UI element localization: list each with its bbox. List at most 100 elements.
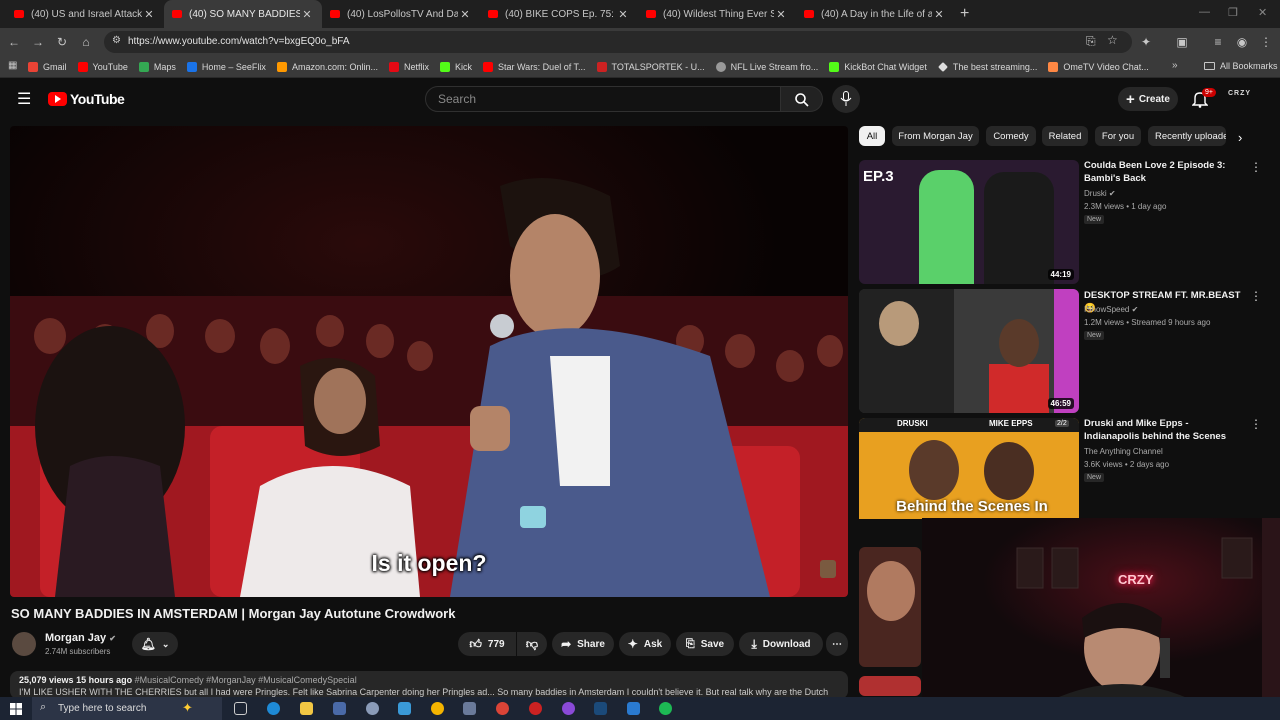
- app-icon[interactable]: [562, 702, 575, 715]
- hamburger-menu-icon[interactable]: ☰: [17, 89, 31, 109]
- bookmark-star-icon[interactable]: ☆: [1107, 33, 1118, 47]
- site-info-icon[interactable]: ⚙: [112, 35, 121, 46]
- app-icon[interactable]: [431, 702, 444, 715]
- recommendation-thumbnail[interactable]: [859, 547, 921, 667]
- bookmark-seeflix[interactable]: Home – SeeFlix: [186, 61, 266, 72]
- app-icon[interactable]: [463, 702, 476, 715]
- recommendation-thumbnail[interactable]: [859, 676, 921, 696]
- bookmark-amazon[interactable]: Amazon.com: Onlin...: [276, 61, 378, 72]
- ask-button[interactable]: ✦ Ask: [619, 632, 671, 656]
- close-tab-icon[interactable]: ✕: [932, 8, 946, 21]
- home-icon[interactable]: ⌂: [78, 34, 94, 50]
- description-box[interactable]: 25,079 views 15 hours ago #MusicalComedy…: [10, 671, 848, 699]
- close-tab-icon[interactable]: ✕: [774, 8, 788, 21]
- chip-all[interactable]: All: [859, 126, 885, 146]
- youtube-logo[interactable]: YouTube: [48, 91, 125, 107]
- bookmark-nfl-stream[interactable]: NFL Live Stream fro...: [715, 61, 818, 72]
- install-app-icon[interactable]: ⎘: [1086, 34, 1096, 49]
- bookmark-netflix[interactable]: Netflix: [388, 61, 429, 72]
- browser-tab-active[interactable]: (40) SO MANY BADDIES IN AM✕: [164, 0, 322, 28]
- app-icon[interactable]: [627, 702, 640, 715]
- app-icon[interactable]: [366, 702, 379, 715]
- chip-comedy[interactable]: Comedy: [986, 126, 1036, 146]
- bookmark-streaming[interactable]: The best streaming...: [937, 62, 1037, 72]
- download-button[interactable]: ⤓ Download: [739, 632, 823, 656]
- save-button[interactable]: ⎘ Save: [676, 632, 734, 656]
- recommendation-thumbnail[interactable]: EP.3 44:19: [859, 160, 1079, 284]
- extensions-icon[interactable]: ✦: [1138, 34, 1154, 50]
- chip-for-you[interactable]: For you: [1095, 126, 1141, 146]
- minimize-icon[interactable]: —: [1199, 6, 1210, 18]
- chevron-right-icon[interactable]: ›: [1238, 130, 1242, 145]
- profile-icon[interactable]: ◉: [1234, 34, 1250, 50]
- more-options-icon[interactable]: ⋮: [1250, 160, 1262, 174]
- share-button[interactable]: ➦ Share: [552, 632, 614, 656]
- address-bar[interactable]: ⚙ https://www.youtube.com/watch?v=bxgEQ0…: [104, 31, 1132, 53]
- subscribed-button[interactable]: 🔔︎ ⌄: [132, 632, 178, 656]
- recommendation-title[interactable]: Druski and Mike Epps - Indianapolis behi…: [1084, 417, 1242, 443]
- bookmark-totalsportek[interactable]: TOTALSPORTEK - U...: [596, 61, 705, 72]
- channel-name[interactable]: Morgan Jay ✔: [45, 632, 116, 644]
- back-icon[interactable]: ←: [6, 34, 22, 50]
- browser-tab[interactable]: (40) US and Israel Attack Iran -✕: [6, 0, 164, 28]
- browser-tab[interactable]: (40) A Day in the Life of a Com✕: [796, 0, 954, 28]
- close-window-icon[interactable]: ✕: [1258, 6, 1267, 19]
- bookmark-ometv[interactable]: OmeTV Video Chat...: [1048, 61, 1149, 72]
- task-view-icon[interactable]: [234, 702, 247, 715]
- app-icon[interactable]: [398, 702, 411, 715]
- like-button[interactable]: 👍︎ 779: [458, 632, 516, 656]
- reload-icon[interactable]: ↻: [54, 34, 70, 50]
- steam-icon[interactable]: [594, 702, 607, 715]
- calculator-icon[interactable]: [333, 702, 346, 715]
- reading-list-icon[interactable]: ≡: [1210, 34, 1226, 50]
- spotify-icon[interactable]: [659, 702, 672, 715]
- channel-watermark[interactable]: [820, 560, 836, 578]
- bookmark-kick[interactable]: Kick: [440, 61, 472, 72]
- url-text[interactable]: https://www.youtube.com/watch?v=bxgEQ0o_…: [128, 36, 350, 47]
- recommendation-title[interactable]: Coulda Been Love 2 Episode 3: Bambi's Ba…: [1084, 159, 1244, 185]
- chrome-icon[interactable]: [496, 702, 509, 715]
- chip-recently-uploaded[interactable]: Recently uploaded: [1148, 126, 1226, 146]
- chip-from-morgan-jay[interactable]: From Morgan Jay: [892, 126, 979, 146]
- chip-related[interactable]: Related: [1042, 126, 1088, 146]
- browser-menu-icon[interactable]: ⋮: [1258, 34, 1274, 50]
- apps-grid-icon[interactable]: ▦: [8, 60, 17, 71]
- create-button[interactable]: + Create: [1118, 87, 1178, 111]
- forward-icon[interactable]: →: [30, 34, 46, 50]
- hashtags[interactable]: #MusicalComedy #MorganJay #MusicalComedy…: [135, 675, 357, 685]
- channel-avatar[interactable]: [12, 632, 36, 656]
- browser-tab[interactable]: (40) Wildest Thing Ever Said at✕: [638, 0, 796, 28]
- video-player[interactable]: Is it open?: [10, 126, 848, 597]
- bookmark-star-wars[interactable]: Star Wars: Duel of T...: [483, 61, 586, 72]
- bookmark-kickbot[interactable]: KickBot Chat Widget: [829, 61, 927, 72]
- tab-search-icon[interactable]: ▣: [1174, 34, 1190, 50]
- recommendation-channel[interactable]: The Anything Channel: [1084, 447, 1163, 456]
- maximize-icon[interactable]: ❐: [1228, 6, 1238, 19]
- obs-icon[interactable]: [529, 702, 542, 715]
- all-bookmarks-button[interactable]: All Bookmarks: [1204, 61, 1278, 71]
- recommendation-channel[interactable]: Druski ✔: [1084, 189, 1116, 198]
- close-tab-icon[interactable]: ✕: [458, 8, 472, 21]
- more-options-icon[interactable]: ⋮: [1250, 289, 1262, 303]
- account-avatar[interactable]: CRZY: [1228, 90, 1250, 108]
- dislike-button[interactable]: 👎︎: [517, 632, 547, 656]
- browser-tab[interactable]: (40) BIKE COPS Ep. 75: He's My✕: [480, 0, 638, 28]
- new-tab-icon[interactable]: +: [960, 5, 969, 23]
- bookmark-youtube[interactable]: YouTube: [77, 61, 128, 72]
- close-tab-icon[interactable]: ✕: [616, 8, 630, 21]
- close-tab-icon[interactable]: ✕: [142, 8, 156, 21]
- windows-start-icon[interactable]: [10, 703, 22, 715]
- recommendation-channel[interactable]: IShowSpeed ✔: [1084, 305, 1138, 314]
- bookmark-gmail[interactable]: Gmail: [28, 61, 67, 72]
- search-input[interactable]: [438, 92, 758, 106]
- voice-search-button[interactable]: [832, 85, 860, 113]
- recommendation-thumbnail[interactable]: DRUSKI MIKE EPPS 2/2 Behind the Scenes I…: [859, 418, 1079, 519]
- search-button[interactable]: [781, 86, 823, 112]
- more-actions-button[interactable]: ⋯: [826, 632, 848, 656]
- close-tab-icon[interactable]: ✕: [300, 8, 314, 21]
- taskbar-search-box[interactable]: ⌕ Type here to search ✦: [32, 697, 222, 720]
- bookmark-maps[interactable]: Maps: [138, 61, 176, 72]
- recommendation-thumbnail[interactable]: 46:59: [859, 289, 1079, 413]
- more-bookmarks-icon[interactable]: »: [1172, 60, 1178, 71]
- file-explorer-icon[interactable]: [300, 702, 313, 715]
